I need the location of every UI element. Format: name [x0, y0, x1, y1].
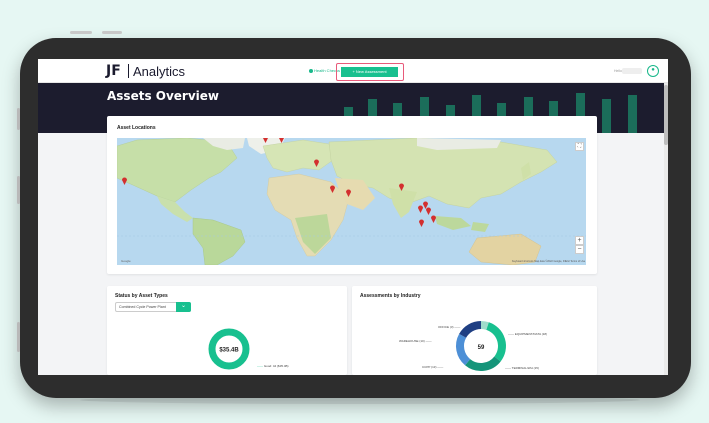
logo-text[interactable]: Analytics	[133, 64, 185, 79]
page-title: Assets Overview	[107, 89, 220, 103]
status-legend-text: Good: 44 ($35.4B)	[263, 364, 289, 368]
donut-slice-office[interactable]	[480, 321, 489, 330]
decor-bar	[628, 95, 637, 133]
scrollbar-thumb[interactable]	[664, 85, 668, 145]
asset-type-select[interactable]: Combined Cycle Power Plant ⌄	[115, 302, 191, 312]
chevron-down-icon[interactable]: ⌄	[176, 302, 191, 312]
industry-label-equipment: —— EQUIPMENT/DATA (18)	[508, 332, 548, 336]
decor-bar	[602, 99, 611, 133]
top-button-left	[70, 31, 92, 34]
zoom-in-button[interactable]: +	[575, 236, 584, 245]
map-graphic	[117, 138, 586, 265]
power-button	[17, 108, 20, 130]
industry-label-office: OFFICE (3) ——	[438, 325, 461, 329]
industry-label-warehouse: WAREHOUSE (10) ——	[399, 339, 432, 343]
status-donut: $35.4B	[208, 328, 250, 370]
donut-slice-equipment-data[interactable]	[486, 322, 506, 362]
new-assessment-highlight: + New Assessment	[336, 63, 404, 81]
asset-type-select-value: Combined Cycle Power Plant	[119, 305, 166, 309]
user-icon[interactable]: ●	[647, 65, 659, 77]
industry-card-title: Assessments by Industry	[360, 293, 421, 299]
donut-slice-terminal-wh[interactable]	[465, 356, 501, 371]
industry-label-ccpp: CCPP (13) ——	[422, 365, 444, 369]
new-assessment-button[interactable]: + New Assessment	[341, 67, 398, 77]
donut-slice-ccpp[interactable]	[456, 333, 471, 366]
assessments-by-industry-card: Assessments by Industry 59 OFFICE (3) ——…	[352, 286, 597, 375]
status-donut-center: $35.4B	[219, 348, 239, 354]
industry-donut-center: 59	[478, 345, 485, 351]
donut-slice-warehouse[interactable]	[459, 321, 482, 339]
logo-divider	[128, 64, 129, 78]
volume-down-button	[17, 322, 20, 352]
health-icon	[309, 68, 313, 73]
status-by-asset-types-card: Status by Asset Types Combined Cycle Pow…	[107, 286, 347, 375]
user-greeting: Hello	[614, 69, 622, 73]
status-legend-label: —— Good: 44 ($35.4B)	[257, 364, 289, 368]
asset-locations-card: Asset Locations ⛶ + − Google Keyboard sh…	[107, 116, 597, 274]
top-button-right	[102, 31, 122, 34]
user-name	[622, 68, 642, 74]
google-logo: Google	[121, 259, 131, 263]
zoom-out-button[interactable]: −	[575, 245, 584, 254]
fullscreen-icon[interactable]: ⛶	[575, 142, 584, 151]
volume-up-button	[17, 176, 20, 204]
asset-locations-title: Asset Locations	[117, 125, 156, 131]
logo-mark[interactable]: JF	[106, 63, 121, 79]
map-attribution[interactable]: Keyboard shortcuts Map data ©2022 Google…	[512, 260, 585, 263]
industry-label-terminal: —— TERMINAL/WH (15)	[505, 366, 539, 370]
asset-map[interactable]: ⛶ + − Google Keyboard shortcuts Map data…	[117, 138, 586, 265]
top-navbar: JF Analytics Health Checks + New Assessm…	[38, 59, 668, 83]
status-card-title: Status by Asset Types	[115, 293, 168, 299]
app-screen: JF Analytics Health Checks + New Assessm…	[38, 59, 668, 375]
